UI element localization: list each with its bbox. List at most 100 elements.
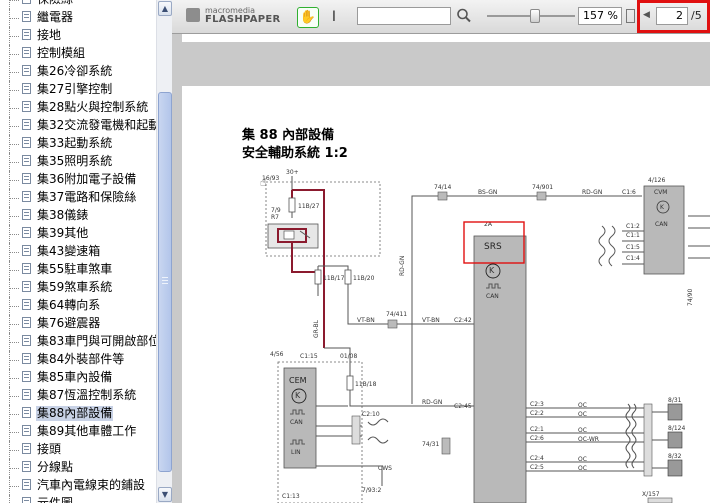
tree-item-label: 集64轉向系 [37,298,101,312]
label-74901: 74/901 [532,184,553,191]
label-oc-5: OC [578,465,587,472]
label-7431: 74/31 [422,441,439,448]
document-icon [22,137,31,148]
tree-item[interactable]: 接地 [0,27,156,45]
tree-item[interactable]: 集64轉向系 [0,297,156,315]
tree-item-label: 接地 [37,28,62,42]
tree-item[interactable]: 集35照明系統 [0,153,156,171]
label-c210: C2:10 [362,411,380,418]
tree-item[interactable]: 集38儀錶 [0,207,156,225]
document-icon [22,155,31,166]
label-c242: C2:42 [454,317,472,324]
scroll-up-button[interactable]: ▲ [158,1,172,16]
tree-item-label: 集83車門與可開啟部位 [37,334,161,348]
tree-item-label: 集88內部設備 [36,406,114,421]
document-icon [22,389,31,400]
tree-item[interactable]: 汽車內電線束的鋪設 [0,477,156,495]
scrollbar-thumb[interactable] [158,92,172,472]
label-oc-1: OC [578,402,587,409]
flashpaper-logo: macromedia FLASHPAPER [186,6,280,28]
document-icon [22,443,31,454]
tree-item-label: 集33起動系統 [37,136,113,150]
tree-item[interactable]: 集85車內設備 [0,369,156,387]
label-30p: 30+ [286,169,299,176]
tree-item[interactable]: 集55駐車煞車 [0,261,156,279]
tree-item[interactable]: 集88內部設備 [0,405,156,423]
zoom-slider-thumb[interactable] [530,9,540,23]
hand-tool-button[interactable]: ✋ [297,7,319,28]
page-total-label: /5 [691,9,702,22]
tree-item[interactable]: 集39其他 [0,225,156,243]
label-c15: C1:5 [626,244,640,251]
connector-7431 [441,437,451,455]
text-select-button[interactable]: I [327,7,341,28]
label-832: 8/32 [668,453,682,460]
tree-item[interactable]: 分線點 [0,459,156,477]
tree-item[interactable]: 集84外裝部件等 [0,351,156,369]
search-input[interactable] [357,7,451,25]
previous-page-icon[interactable]: ◀ [643,10,650,20]
tree-item[interactable]: 元件圖 [0,495,156,503]
label-11b17: 11B/17 [323,275,345,282]
tree-item[interactable]: 集37電路和保險絲 [0,189,156,207]
label-8124: 8/124 [668,425,685,432]
label-rdgn2: RD-GN [399,256,406,276]
zoom-level-input[interactable]: 157 % [578,7,622,25]
tree-item-label: 集89其他車體工作 [37,424,137,438]
tree-item[interactable]: 控制模組 [0,45,156,63]
tree-item[interactable]: 集28點火與控制系統 [0,99,156,117]
tree-item[interactable]: 集59煞車系統 [0,279,156,297]
tree-item[interactable]: 繼電器 [0,9,156,27]
document-icon [22,65,31,76]
connector-74411 [387,319,398,329]
tree-item-label: 集59煞車系統 [37,280,113,294]
document-icon [22,497,31,503]
tree-item-label: 集39其他 [37,226,89,240]
label-11b20: 11B/20 [353,275,375,282]
tree-item[interactable]: 集89其他車體工作 [0,423,156,441]
tree-item[interactable]: 集33起動系統 [0,135,156,153]
document-icon [22,11,31,22]
label-lin: LIN [291,449,301,456]
label-can3: CAN [486,293,499,300]
label-x157: X/157 [642,491,660,498]
tree-item[interactable]: 集43變速箱 [0,243,156,261]
fit-page-icon[interactable] [626,9,635,23]
tree-item[interactable]: 集32交流發電機和起動 [0,117,160,135]
scroll-down-button[interactable]: ▼ [158,487,172,502]
document-icon [22,317,31,328]
connector-x157 [647,497,673,503]
tree-item-label: 集38儀錶 [37,208,89,222]
tree-item-label: 集32交流發電機和起動 [37,118,161,132]
label-c24: C2:4 [530,455,544,462]
srs-module [473,235,527,503]
tree-item-label: 汽車內電線束的鋪設 [37,478,146,492]
squib-831 [667,403,683,421]
label-7932: 7/93:2 [362,487,381,494]
document-icon [22,209,31,220]
label-831: 8/31 [668,397,682,404]
tree-item[interactable]: 接頭 [0,441,156,459]
page-number-input[interactable]: 2 [656,7,688,25]
label-0108: 01/08 [340,353,357,360]
tree-item[interactable]: 保險絲 [0,0,156,9]
connector-7414 [437,191,448,201]
tree-item[interactable]: 集76避震器 [0,315,156,333]
tree-item-label: 接頭 [37,442,62,456]
label-c1a: C1:2 [626,223,640,230]
tree-item-label: 集26冷卻系統 [37,64,113,78]
label-11b18: 11B/18 [355,381,377,388]
magnifier-icon[interactable] [456,6,472,26]
label-rdgn3: RD-GN [422,399,442,406]
tree-item-label: 集43變速箱 [37,244,101,258]
label-7414: 74/14 [434,184,451,191]
document-icon [22,335,31,346]
tree-item[interactable]: 集26冷卻系統 [0,63,156,81]
tree-item[interactable]: 集87恆溫控制系統 [0,387,156,405]
tree-item-label: 分線點 [37,460,74,474]
tree-item[interactable]: 集36附加電子設備 [0,171,156,189]
tree-item[interactable]: 集83車門與可開啟部位 [0,333,160,351]
tree-item[interactable]: 集27引擎控制 [0,81,156,99]
text-select-icon: I [331,9,337,25]
tree-scrollbar[interactable]: ▲ ▼ [156,0,172,503]
